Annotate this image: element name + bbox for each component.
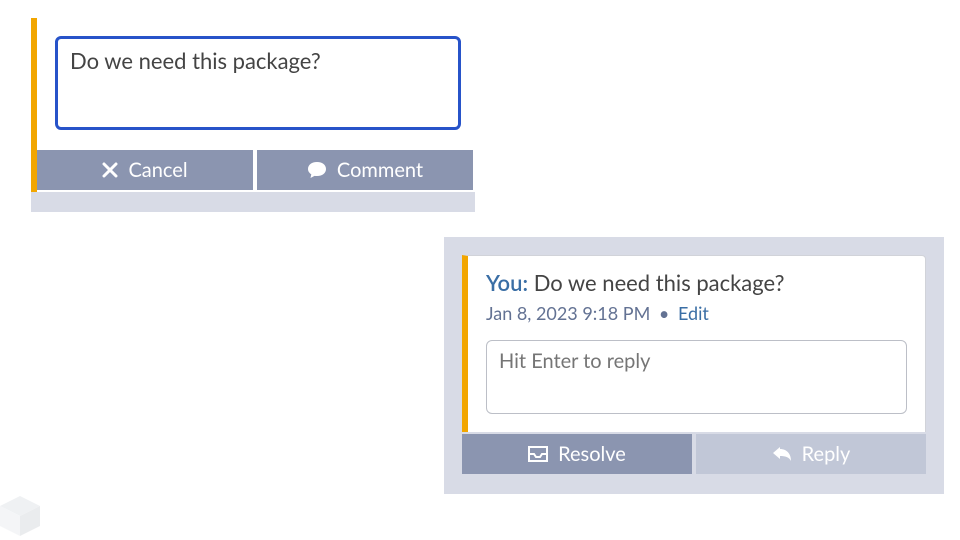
reply-icon <box>772 446 792 462</box>
comment-icon <box>307 161 327 179</box>
compose-button-row: Cancel Comment <box>37 150 475 192</box>
thread-button-row: Resolve Reply <box>462 434 926 474</box>
cancel-button-label: Cancel <box>128 158 187 182</box>
reply-textarea[interactable] <box>486 340 907 414</box>
comment-thread-backdrop: You: Do we need this package? Jan 8, 202… <box>444 237 944 494</box>
inbox-icon <box>528 446 548 462</box>
comment-text: Do we need this package? <box>534 269 785 296</box>
comment-timestamp: Jan 8, 2023 9:18 PM <box>486 302 650 324</box>
reply-button[interactable]: Reply <box>696 434 926 474</box>
meta-separator: • <box>659 302 669 324</box>
comment-line: You: Do we need this package? <box>486 268 907 298</box>
comment-meta: Jan 8, 2023 9:18 PM • Edit <box>486 302 907 324</box>
close-icon <box>102 162 118 178</box>
compose-panel-backdrop: Cancel Comment <box>31 18 475 212</box>
comment-button-label: Comment <box>337 158 423 182</box>
comment-author: You: <box>486 269 528 296</box>
comment-button[interactable]: Comment <box>257 150 473 190</box>
compose-textarea[interactable] <box>55 36 461 130</box>
cancel-button[interactable]: Cancel <box>37 150 253 190</box>
reply-button-label: Reply <box>802 442 851 466</box>
resolve-button-label: Resolve <box>558 442 626 466</box>
decorative-cube-icon <box>0 486 58 540</box>
comment-thread-panel: You: Do we need this package? Jan 8, 202… <box>462 255 926 432</box>
resolve-button[interactable]: Resolve <box>462 434 692 474</box>
edit-link[interactable]: Edit <box>678 302 709 324</box>
compose-panel: Cancel Comment <box>31 18 475 192</box>
